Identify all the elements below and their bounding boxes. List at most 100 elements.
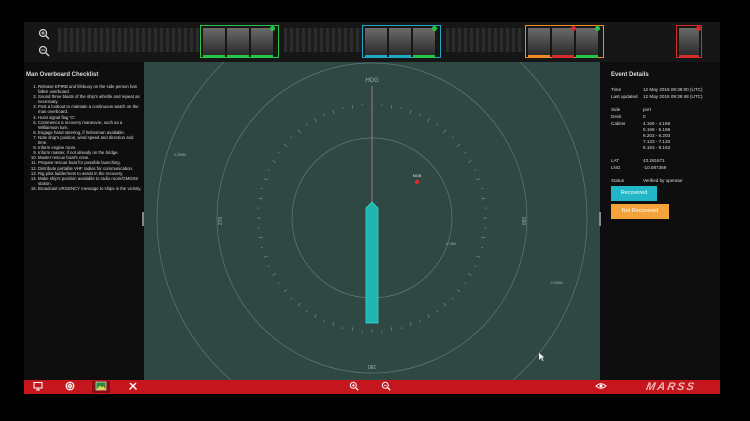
bearing-tick [267,265,270,267]
bearing-tick [341,327,344,330]
camera-thumbnail[interactable] [389,28,411,58]
camera-thumbnail[interactable] [227,28,249,58]
camera-thumbnail[interactable] [552,26,576,58]
bearing-tick [467,160,472,163]
lng-value: -10.087369 [643,165,667,170]
bearing-tick [390,104,393,109]
bearing-tick [314,118,317,123]
camera-thumbnail[interactable] [413,26,437,58]
bearing-tick [314,313,317,318]
camera-group-cyan[interactable] [362,25,441,58]
camera-group-green[interactable] [200,25,279,58]
bearing-tick [456,289,461,293]
bearing-tick [332,109,335,114]
not-recovered-button[interactable]: Not Recovered [611,204,669,219]
checklist-item: Broadcast URGENCY message to ships in th… [38,186,143,191]
camera-thumbnail[interactable] [576,26,600,58]
bearing-tick [260,246,263,249]
camera-group-red[interactable] [676,25,702,58]
bearing-tick [476,178,481,181]
bearing-tick [400,106,403,109]
deck-label: Deck [611,114,622,119]
range-label: 0.1NM [446,242,456,246]
radar-svg: HDG MOB 0.1NM 0.25NM 0.25NM 270 090 180 [156,62,588,380]
bearing-tick [272,160,277,163]
checklist-item: Sound three blasts of the ship's whistle… [38,94,143,104]
mouse-cursor [539,353,545,361]
bearing-tick [427,118,430,123]
bearing-tick [467,273,472,276]
camera-thumbnail[interactable] [528,28,550,58]
bearing-tick [267,169,270,171]
bearing-tick [260,187,263,190]
bearing-tick [474,169,477,171]
bearing-tick [332,322,335,327]
bearing-tick [297,129,301,134]
checklist-title: Man Overboard Checklist [26,72,99,78]
bearing-tick [290,136,293,139]
bearing-tick [263,178,268,181]
bearing-tick [283,289,288,293]
eye-icon[interactable] [594,381,608,393]
checklist-item: Note ship's position, wind speed and dir… [38,135,143,145]
bearing-label: 180 [368,363,377,369]
bearing-tick [297,302,301,307]
image-icon[interactable] [92,381,110,393]
camera-thumbnail[interactable] [203,28,225,58]
lat-value: 43.261671 [643,158,665,163]
bearing-tick [436,123,439,126]
bearing-tick [263,255,268,258]
bearing-tick [474,265,477,267]
tools-icon[interactable] [127,381,139,393]
zoom-out-icon[interactable] [38,45,52,59]
bearing-tick [451,297,454,300]
zoom-in-icon[interactable] [348,381,360,393]
bearing-tick [481,197,486,200]
bearing-tick [323,320,325,323]
recovered-button[interactable]: Recovered [611,186,657,201]
bearing-tick [390,327,393,332]
cabin-value: 7.133 - 7.133 [643,139,671,144]
cabin-value: 8.163 - 8.163 [643,145,671,150]
bearing-tick [481,187,484,190]
lifebuoy-icon[interactable] [64,381,76,393]
camera-thumbnail[interactable] [251,26,275,58]
zoom-in-icon[interactable] [38,28,52,42]
updated-label: Last updated [611,94,638,99]
cabin-value: 6.203 - 6.203 [643,133,671,138]
bearing-label: 090 [520,217,526,226]
status-dot [270,26,275,31]
radar-display[interactable]: HDG MOB 0.1NM 0.25NM 0.25NM 270 090 180 [144,62,600,380]
vessel-shape[interactable] [365,201,379,324]
event-title: Event Details [611,72,649,78]
bearing-tick [351,327,354,332]
lng-label: LNG [611,165,621,170]
bearing-tick [419,320,421,323]
updated-value: 12 May 2016 09:39:48 (UTC) [643,94,703,99]
checklist-item: Release EPIRB and lifebuoy on the side p… [38,84,143,94]
bearing-tick [258,197,263,200]
bearing-tick [443,129,447,134]
bearing-tick [456,143,461,147]
event-details-panel: Event Details Time 12 May 2016 09:39:00 … [601,62,720,380]
bearing-tick [476,255,481,258]
bearing-tick [443,302,447,307]
lat-label: LAT [611,158,620,163]
mob-label: MOB [413,174,422,178]
bearing-tick [351,104,354,109]
bearing-tick [341,106,344,109]
mob-marker[interactable] [414,179,420,185]
checklist-panel: Man Overboard Checklist Release EPIRB an… [24,62,143,380]
heading-label: HDG [365,78,379,84]
camera-group-orange[interactable] [525,25,604,58]
zoom-out-icon[interactable] [380,381,392,393]
checklist-item: Distribute portable VHF radios for commu… [38,166,143,171]
monitor-icon[interactable] [32,381,44,393]
camera-thumbnail[interactable] [365,28,387,58]
bearing-tick [323,113,325,116]
bearing-label: 270 [218,217,224,226]
bearing-tick [305,310,308,313]
checklist-list: Release EPIRB and lifebuoy on the side p… [24,84,143,191]
camera-thumbnail[interactable] [679,26,701,58]
cabin-value: 5.169 - 5.169 [643,127,671,132]
